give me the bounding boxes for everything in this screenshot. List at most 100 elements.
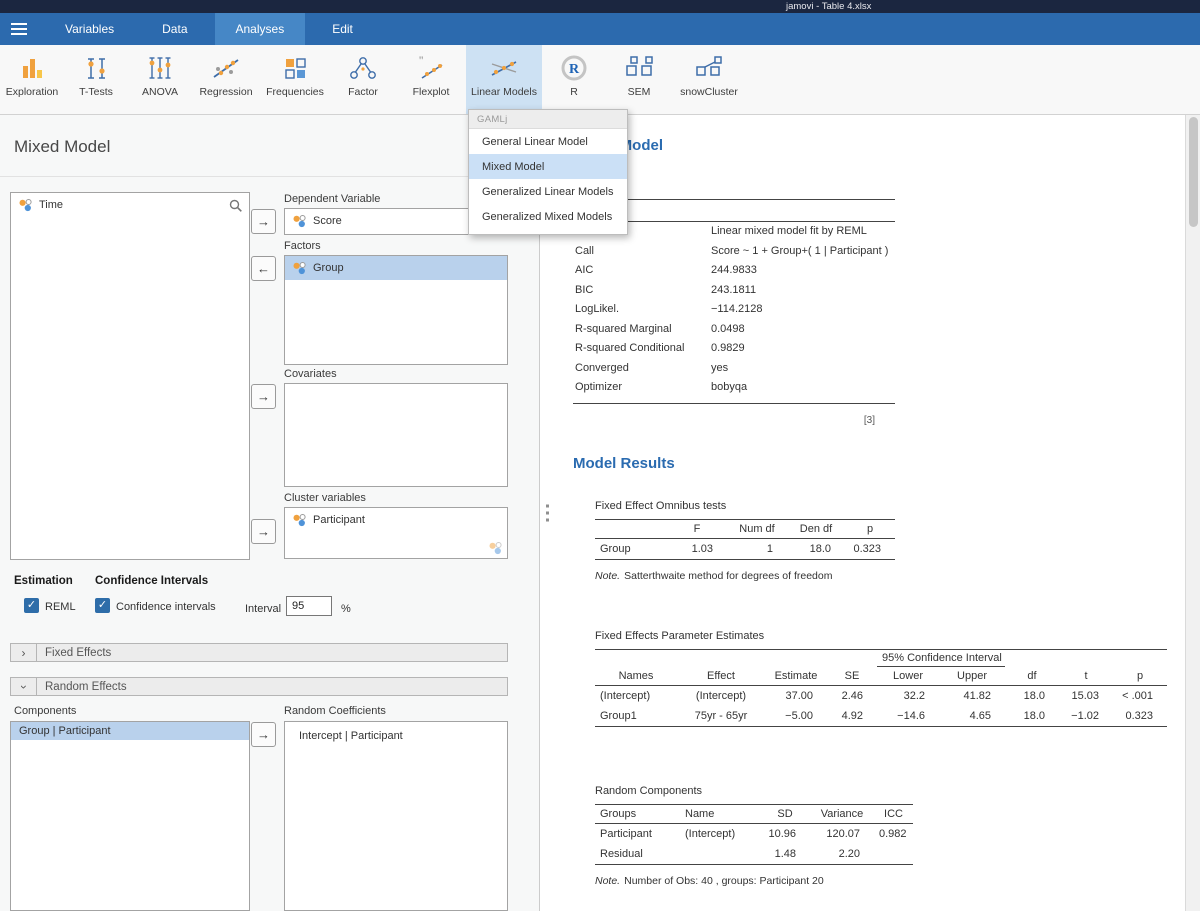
omnibus-tests-table: F Num df Den df p Group 1.03 1 18.0 0.32 xyxy=(595,519,895,560)
cell: 4.65 xyxy=(939,706,1005,727)
percent-label: % xyxy=(341,603,351,615)
variable-item-participant[interactable]: Participant xyxy=(285,508,507,532)
reml-checkbox[interactable]: ✓ xyxy=(24,598,39,613)
snowcluster-icon xyxy=(692,52,726,84)
hamburger-icon xyxy=(11,23,27,35)
reml-label[interactable]: REML xyxy=(45,601,76,613)
components-item-group-participant[interactable]: Group | Participant xyxy=(11,722,249,740)
spacer xyxy=(595,650,877,667)
col-header: Upper xyxy=(939,667,1005,686)
toolbar-item-flexplot[interactable]: '' Flexplot xyxy=(396,45,466,114)
cluster-variables-label: Cluster variables xyxy=(284,492,366,504)
covariates-box[interactable] xyxy=(284,383,508,487)
tab-edit[interactable]: Edit xyxy=(311,13,374,45)
col-header: Effect xyxy=(677,667,765,686)
variable-item-group[interactable]: Group xyxy=(285,256,507,280)
info-label: R-squared Conditional xyxy=(573,339,711,359)
toolbar-item-exploration[interactable]: Exploration xyxy=(0,45,64,114)
col-header: df xyxy=(1005,667,1059,686)
info-value: Linear mixed model fit by REML xyxy=(711,222,895,242)
info-label: BIC xyxy=(573,281,711,301)
sem-diagram-icon xyxy=(622,52,656,84)
variable-label: Participant xyxy=(313,514,365,526)
variable-item-time[interactable]: Time xyxy=(11,193,249,217)
menu-item-general-linear-model[interactable]: General Linear Model xyxy=(469,129,627,154)
toolbar-item-factor[interactable]: Factor xyxy=(330,45,396,114)
toolbar-item-linear-models[interactable]: Linear Models xyxy=(466,45,542,114)
cell: < .001 xyxy=(1113,686,1167,707)
toolbar-item-ttests[interactable]: T-Tests xyxy=(64,45,128,114)
toolbar-item-snowcluster[interactable]: snowCluster xyxy=(672,45,746,114)
col-header: Den df xyxy=(787,520,845,539)
cell: 32.2 xyxy=(877,686,939,707)
cell: 0.982 xyxy=(874,824,913,845)
cell: 10.96 xyxy=(760,824,810,845)
hamburger-menu-button[interactable] xyxy=(0,13,38,45)
add-random-coefficient-button[interactable]: → xyxy=(251,722,276,747)
table-row: R-squared Marginal0.0498 xyxy=(573,320,895,340)
arrow-right-icon: → xyxy=(257,214,270,229)
toolbar-item-r[interactable]: R R xyxy=(542,45,606,114)
random-effects-section-header[interactable]: › Random Effects xyxy=(10,677,508,696)
table-row: Optimizerbobyqa xyxy=(573,378,895,398)
interval-input[interactable] xyxy=(286,596,332,616)
toolbar-item-anova[interactable]: ANOVA xyxy=(128,45,192,114)
search-icon[interactable] xyxy=(229,199,243,218)
cell: Group1 xyxy=(595,706,677,727)
cluster-variables-box[interactable]: Participant xyxy=(284,507,508,559)
cell: (Intercept) xyxy=(595,686,677,707)
cell: 15.03 xyxy=(1059,686,1113,707)
cell: Participant xyxy=(595,824,680,845)
coefficient-item-intercept-participant[interactable]: Intercept | Participant xyxy=(285,722,507,750)
col-header: p xyxy=(1113,667,1167,686)
regression-icon xyxy=(209,52,243,84)
move-covariate-button[interactable]: → xyxy=(251,384,276,409)
toolbar-item-sem[interactable]: SEM xyxy=(606,45,672,114)
menu-item-generalized-mixed-models[interactable]: Generalized Mixed Models xyxy=(469,204,627,229)
confidence-intervals-label[interactable]: Confidence intervals xyxy=(116,601,216,613)
frequencies-icon xyxy=(278,52,312,84)
fixed-effects-section-header[interactable]: › Fixed Effects xyxy=(10,643,508,662)
col-header: Groups xyxy=(595,805,680,824)
svg-text:'': '' xyxy=(419,53,423,67)
toolbar-item-regression[interactable]: Regression xyxy=(192,45,260,114)
cell: 4.92 xyxy=(827,706,877,727)
cell: 1.03 xyxy=(667,539,727,560)
tab-data[interactable]: Data xyxy=(141,13,208,45)
results-scrollbar[interactable] xyxy=(1185,115,1200,911)
col-header: Name xyxy=(680,805,760,824)
nominal-variable-icon xyxy=(18,198,32,212)
components-list[interactable]: Group | Participant xyxy=(10,721,250,911)
col-header: F xyxy=(667,520,727,539)
info-value: 243.1811 xyxy=(711,281,895,301)
scrollbar-thumb[interactable] xyxy=(1189,117,1198,227)
results-panel: Mixed Model Model Info EstimateLinear mi… xyxy=(555,115,1185,911)
factors-box[interactable]: Group xyxy=(284,255,508,365)
random-coefficients-list[interactable]: Intercept | Participant xyxy=(284,721,508,911)
toolbar-item-frequencies[interactable]: Frequencies xyxy=(260,45,330,114)
cell: −14.6 xyxy=(877,706,939,727)
move-dependent-button[interactable]: → xyxy=(251,209,276,234)
table-note: Note.Number of Obs: 40 , groups: Partici… xyxy=(595,875,913,887)
menu-item-mixed-model[interactable]: Mixed Model xyxy=(469,154,627,179)
cell: 1.48 xyxy=(760,844,810,865)
col-header: p xyxy=(845,520,895,539)
info-value: Score ~ 1 + Group+( 1 | Participant ) xyxy=(711,242,895,262)
move-cluster-button[interactable]: → xyxy=(251,519,276,544)
cell: 18.0 xyxy=(1005,686,1059,707)
linear-models-icon xyxy=(487,52,521,84)
move-factor-button[interactable]: ← xyxy=(251,256,276,281)
menu-item-generalized-linear-models[interactable]: Generalized Linear Models xyxy=(469,179,627,204)
tab-variables[interactable]: Variables xyxy=(44,13,135,45)
table-note: Note.Satterthwaite method for degrees of… xyxy=(595,570,895,582)
nominal-variable-icon xyxy=(292,214,306,228)
cell: 2.46 xyxy=(827,686,877,707)
source-variables-list[interactable]: Time xyxy=(10,192,250,560)
cell xyxy=(874,844,913,865)
section-label: Fixed Effects xyxy=(37,647,111,659)
chevron-right-icon: › xyxy=(11,644,37,661)
tab-analyses[interactable]: Analyses xyxy=(215,13,306,45)
dropdown-group-label: GAMLj xyxy=(469,110,627,129)
confidence-intervals-checkbox[interactable]: ✓ xyxy=(95,598,110,613)
cell: (Intercept) xyxy=(680,824,760,845)
